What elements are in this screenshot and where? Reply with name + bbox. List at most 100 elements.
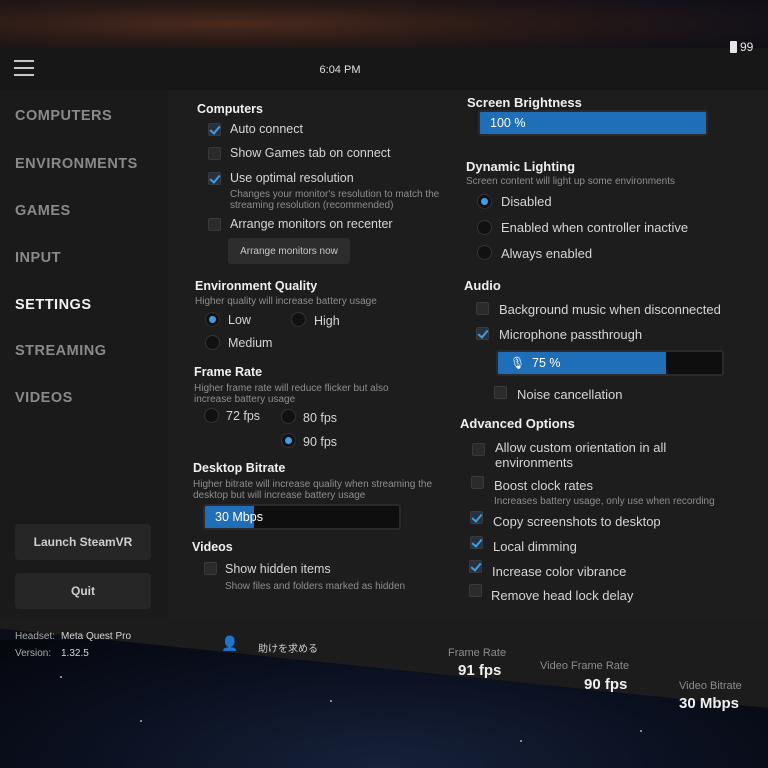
clock: 6:04 PM	[319, 64, 361, 76]
battery-indicator: 99	[730, 40, 753, 54]
noise-cancellation-checkbox[interactable]	[494, 386, 507, 399]
battery-icon	[730, 41, 737, 53]
dynamic-lighting-heading: Dynamic Lighting	[466, 159, 576, 174]
sidebar-item-games[interactable]: GAMES	[15, 203, 71, 219]
auto-connect-label: Auto connect	[230, 122, 303, 136]
dynamic-lighting-description: Screen content will light up some enviro…	[466, 176, 675, 187]
lighting-controller-inactive-radio[interactable]	[477, 220, 492, 235]
video-bitrate-stat-value: 30 Mbps	[679, 695, 740, 712]
optimal-resolution-label: Use optimal resolution	[230, 171, 354, 185]
launch-steamvr-button[interactable]: Launch SteamVR	[15, 524, 151, 560]
frame-rate-90-radio[interactable]	[281, 433, 296, 448]
custom-orientation-label: Allow custom orientation in all environm…	[495, 440, 667, 470]
sidebar-item-input[interactable]: INPUT	[15, 250, 61, 266]
help-icon[interactable]: 👤	[221, 635, 247, 651]
computers-heading: Computers	[197, 102, 263, 116]
quality-high-label: High	[314, 314, 340, 328]
help-link[interactable]: 助けを求める	[258, 640, 318, 655]
optimal-resolution-description: Changes your monitor's resolution to mat…	[230, 189, 440, 211]
show-games-tab-checkbox[interactable]	[208, 147, 221, 160]
headset-label: Headset:	[15, 631, 56, 642]
video-frame-rate-stat-value: 90 fps	[584, 676, 628, 693]
desktop-bitrate-value: 30 Mbps	[215, 510, 263, 524]
desktop-bitrate-slider[interactable]: 30 Mbps	[203, 504, 401, 530]
boost-clock-checkbox[interactable]	[471, 476, 484, 489]
screen-brightness-heading: Screen Brightness	[467, 95, 582, 110]
copy-screenshots-checkbox[interactable]	[470, 511, 483, 524]
frame-rate-90-label: 90 fps	[303, 435, 338, 449]
screen-brightness-slider[interactable]: 100 %	[478, 110, 708, 136]
frame-rate-stat-label: Frame Rate	[448, 647, 507, 659]
boost-clock-label: Boost clock rates	[494, 478, 593, 493]
menu-icon[interactable]	[14, 60, 34, 76]
noise-cancellation-label: Noise cancellation	[517, 387, 623, 402]
sidebar-item-environments[interactable]: ENVIRONMENTS	[15, 156, 138, 172]
quality-medium-radio[interactable]	[205, 335, 220, 350]
frame-rate-heading: Frame Rate	[194, 365, 263, 379]
lighting-disabled-label: Disabled	[501, 194, 552, 209]
footer-status-bar: Headset: Meta Quest Pro Version: 1.32.5 …	[0, 620, 768, 712]
version-value: 1.32.5	[61, 648, 89, 659]
advanced-options-heading: Advanced Options	[460, 416, 575, 431]
show-games-tab-label: Show Games tab on connect	[230, 146, 391, 160]
environment-quality-description: Higher quality will increase battery usa…	[195, 296, 377, 307]
quality-medium-label: Medium	[228, 336, 273, 350]
frame-rate-72-label: 72 fps	[226, 409, 261, 423]
frame-rate-80-radio[interactable]	[281, 409, 296, 424]
battery-level: 99	[740, 40, 754, 54]
frame-rate-72-radio[interactable]	[204, 408, 219, 423]
frame-rate-description: Higher frame rate will reduce flicker bu…	[194, 383, 389, 405]
mic-level-value: 75 %	[532, 356, 561, 370]
background-music-label: Background music when disconnected	[499, 302, 721, 317]
headset-value: Meta Quest Pro	[61, 631, 132, 642]
sidebar-item-videos[interactable]: VIDEOS	[15, 390, 73, 406]
quality-high-radio[interactable]	[291, 312, 306, 327]
version-label: Version:	[15, 648, 52, 659]
microphone-icon: 🎙	[510, 356, 526, 370]
frame-rate-80-label: 80 fps	[303, 411, 338, 425]
environment-quality-heading: Environment Quality	[195, 279, 318, 293]
mic-passthrough-label: Microphone passthrough	[499, 327, 643, 342]
video-bitrate-stat-label: Video Bitrate	[679, 680, 742, 692]
settings-content: Computers Auto connect Show Games tab on…	[168, 90, 768, 620]
video-frame-rate-stat-label: Video Frame Rate	[540, 660, 630, 672]
mic-passthrough-checkbox[interactable]	[476, 327, 489, 340]
show-hidden-items-label: Show hidden items	[225, 562, 331, 576]
remove-head-lock-checkbox[interactable]	[469, 584, 482, 597]
arrange-monitors-label: Arrange monitors on recenter	[230, 217, 393, 231]
lighting-disabled-radio[interactable]	[477, 194, 492, 209]
sidebar-item-settings[interactable]: SETTINGS	[15, 297, 92, 313]
arrange-monitors-now-button[interactable]: Arrange monitors now	[228, 238, 350, 264]
audio-heading: Audio	[464, 278, 501, 293]
lighting-always-label: Always enabled	[501, 246, 593, 261]
auto-connect-checkbox[interactable]	[208, 123, 221, 136]
videos-heading: Videos	[192, 540, 233, 554]
show-hidden-items-checkbox[interactable]	[204, 562, 217, 575]
local-dimming-checkbox[interactable]	[470, 536, 483, 549]
quit-button[interactable]: Quit	[15, 573, 151, 609]
desktop-bitrate-description: Higher bitrate will increase quality whe…	[193, 479, 433, 501]
frame-rate-stat-value: 91 fps	[458, 662, 502, 679]
sidebar-item-computers[interactable]: COMPUTERS	[15, 108, 112, 124]
remove-head-lock-label: Remove head lock delay	[491, 588, 634, 603]
custom-orientation-checkbox[interactable]	[472, 443, 485, 456]
optimal-resolution-checkbox[interactable]	[208, 172, 221, 185]
lighting-always-radio[interactable]	[477, 245, 492, 260]
quality-low-label: Low	[228, 313, 251, 327]
sidebar: COMPUTERS ENVIRONMENTS GAMES INPUT SETTI…	[0, 90, 168, 620]
local-dimming-label: Local dimming	[493, 539, 577, 554]
color-vibrance-label: Increase color vibrance	[492, 564, 627, 579]
boost-clock-description: Increases battery usage, only use when r…	[494, 496, 715, 507]
quality-low-radio[interactable]	[205, 312, 220, 327]
top-bar	[0, 48, 768, 90]
copy-screenshots-label: Copy screenshots to desktop	[493, 514, 661, 529]
background-music-checkbox[interactable]	[476, 302, 489, 315]
show-hidden-items-description: Show files and folders marked as hidden	[225, 581, 406, 592]
arrange-monitors-checkbox[interactable]	[208, 218, 221, 231]
mic-level-slider[interactable]: 🎙 75 %	[496, 350, 724, 376]
desktop-bitrate-heading: Desktop Bitrate	[193, 461, 286, 475]
lighting-controller-inactive-label: Enabled when controller inactive	[501, 220, 689, 235]
screen-brightness-value: 100 %	[490, 116, 526, 130]
color-vibrance-checkbox[interactable]	[469, 560, 482, 573]
sidebar-item-streaming[interactable]: STREAMING	[15, 343, 107, 359]
